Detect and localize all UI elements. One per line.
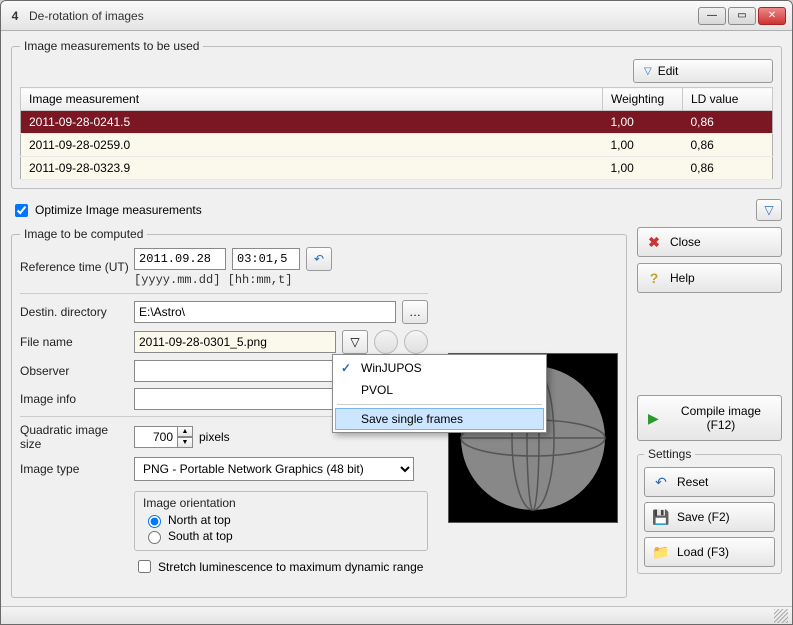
undo-icon: ↶ bbox=[314, 252, 324, 266]
reset-time-button[interactable]: ↶ bbox=[306, 247, 332, 271]
help-button[interactable]: ?Help bbox=[637, 263, 782, 293]
browse-dir-button[interactable]: … bbox=[402, 300, 428, 324]
help-icon: ? bbox=[646, 270, 662, 286]
measurements-table[interactable]: Image measurement Weighting LD value 201… bbox=[20, 87, 773, 180]
quad-size-label: Quadratic image size bbox=[20, 423, 130, 451]
orientation-group: Image orientation North at top South at … bbox=[134, 491, 428, 551]
settings-group: Settings ↶Reset 💾Save (F2) 📁Load (F3) bbox=[637, 447, 782, 574]
observer-input[interactable] bbox=[134, 360, 334, 382]
close-button[interactable]: ✖Close bbox=[637, 227, 782, 257]
compute-legend: Image to be computed bbox=[20, 227, 147, 241]
spin-up[interactable]: ▲ bbox=[177, 426, 193, 437]
measurements-legend: Image measurements to be used bbox=[20, 39, 203, 53]
app-window: 4 De-rotation of images — ▭ ✕ Image meas… bbox=[0, 0, 793, 625]
statusbar bbox=[1, 606, 792, 624]
quad-unit: pixels bbox=[199, 430, 230, 444]
table-row[interactable]: 2011-09-28-0241.51,000,86 bbox=[21, 111, 773, 134]
chevron-down-icon: ▽ bbox=[350, 335, 359, 349]
compute-group: Image to be computed Reference time (UT)… bbox=[11, 227, 627, 598]
spin-down[interactable]: ▼ bbox=[177, 437, 193, 448]
image-info-label: Image info bbox=[20, 392, 130, 406]
orientation-south[interactable]: South at top bbox=[143, 528, 419, 544]
window-title: De-rotation of images bbox=[29, 9, 698, 23]
table-row[interactable]: 2011-09-28-0259.01,000,86 bbox=[21, 134, 773, 157]
compile-button[interactable]: ▶Compile image (F12) bbox=[637, 395, 782, 441]
image-type-label: Image type bbox=[20, 462, 130, 476]
stretch-checkbox[interactable]: Stretch luminescence to maximum dynamic … bbox=[134, 557, 428, 576]
ref-time-hint: [yyyy.mm.dd] [hh:mm,t] bbox=[134, 273, 428, 287]
maximize-button[interactable]: ▭ bbox=[728, 7, 756, 25]
close-window-button[interactable]: ✕ bbox=[758, 7, 786, 25]
dest-dir-input[interactable] bbox=[134, 301, 396, 323]
table-row[interactable]: 2011-09-28-0323.91,000,86 bbox=[21, 157, 773, 180]
reset-icon: ↶ bbox=[653, 474, 669, 490]
ref-date-input[interactable] bbox=[134, 248, 226, 270]
image-type-select[interactable]: PNG - Portable Network Graphics (48 bit) bbox=[134, 457, 414, 481]
quad-size-input[interactable] bbox=[134, 426, 178, 448]
extra-button-1[interactable] bbox=[374, 330, 398, 354]
file-name-options-button[interactable]: ▽ bbox=[342, 330, 368, 354]
ref-time-label: Reference time (UT) bbox=[20, 260, 130, 274]
folder-icon: 📁 bbox=[653, 544, 669, 560]
measurements-group: Image measurements to be used ▽ Edit Ima… bbox=[11, 39, 782, 189]
settings-legend: Settings bbox=[644, 447, 695, 461]
save-settings-button[interactable]: 💾Save (F2) bbox=[644, 502, 775, 532]
orientation-legend: Image orientation bbox=[143, 496, 419, 510]
quad-size-spinner[interactable]: ▲▼ bbox=[134, 426, 193, 448]
load-settings-button[interactable]: 📁Load (F3) bbox=[644, 537, 775, 567]
menu-item[interactable]: PVOL bbox=[335, 379, 544, 401]
resize-grip[interactable] bbox=[774, 609, 788, 623]
optimize-checkbox[interactable]: Optimize Image measurements bbox=[11, 201, 202, 220]
dest-dir-label: Destin. directory bbox=[20, 305, 130, 319]
chevron-down-icon: ▽ bbox=[644, 66, 652, 77]
edit-button[interactable]: ▽ Edit bbox=[633, 59, 773, 83]
file-name-label: File name bbox=[20, 335, 130, 349]
titlebar: 4 De-rotation of images — ▭ ✕ bbox=[1, 1, 792, 31]
minimize-button[interactable]: — bbox=[698, 7, 726, 25]
save-icon: 💾 bbox=[653, 509, 669, 525]
observer-label: Observer bbox=[20, 364, 130, 378]
file-name-dropdown: WinJUPOSPVOL Save single frames bbox=[332, 354, 547, 433]
extra-button-2[interactable] bbox=[404, 330, 428, 354]
chevron-down-icon: ▽ bbox=[764, 203, 773, 217]
menu-item[interactable]: Save single frames bbox=[335, 408, 544, 430]
file-name-input[interactable] bbox=[134, 331, 336, 353]
collapse-button[interactable]: ▽ bbox=[756, 199, 782, 221]
col-name[interactable]: Image measurement bbox=[21, 88, 603, 111]
play-icon: ▶ bbox=[646, 410, 661, 426]
orientation-north[interactable]: North at top bbox=[143, 512, 419, 528]
col-ld[interactable]: LD value bbox=[683, 88, 773, 111]
reset-button[interactable]: ↶Reset bbox=[644, 467, 775, 497]
ref-time-input[interactable] bbox=[232, 248, 300, 270]
col-weight[interactable]: Weighting bbox=[603, 88, 683, 111]
menu-item[interactable]: WinJUPOS bbox=[335, 357, 544, 379]
ellipsis-icon: … bbox=[409, 305, 421, 319]
app-icon: 4 bbox=[7, 8, 23, 24]
close-icon: ✖ bbox=[646, 234, 662, 250]
